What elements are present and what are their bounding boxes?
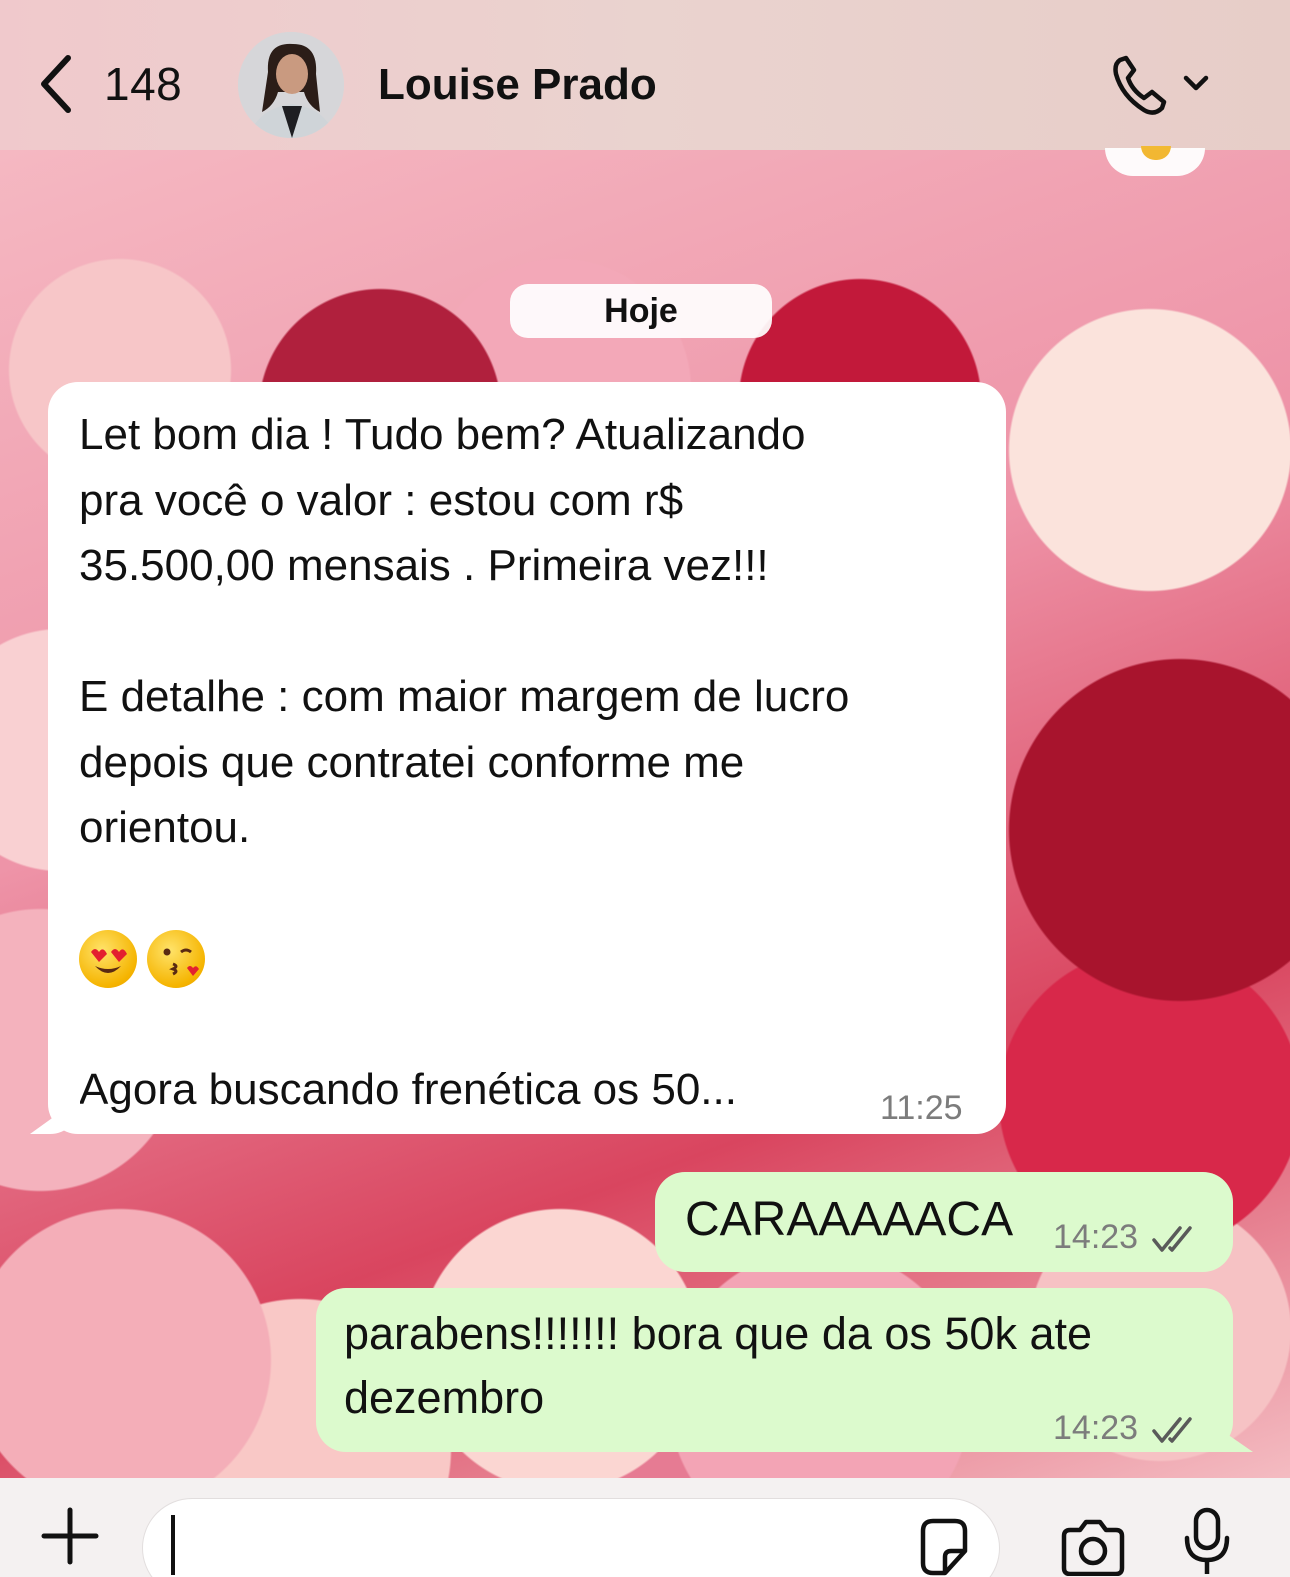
sticker-icon [920,1518,968,1576]
message-line [79,861,976,927]
double-check-icon [1151,1226,1192,1252]
back-button[interactable]: 148 [36,52,182,116]
message-line: Let bom dia ! Tudo bem? Atualizando [79,410,806,459]
unread-count: 148 [104,58,183,110]
contact-name[interactable]: Louise Prado [378,60,657,110]
message-timestamp: 14:23 [1053,1218,1139,1256]
message-composer [0,1478,1290,1577]
microphone-button[interactable] [1182,1506,1232,1576]
kissing-heart-emoji-icon [147,929,205,988]
chevron-down-icon [1183,75,1209,91]
message-line: depois que contratei conforme me [79,737,745,787]
message-input[interactable] [142,1498,1000,1577]
avatar-image [238,32,344,138]
outgoing-message-bubble[interactable]: parabens!!!!!!! bora que da os 50k ate d… [316,1288,1233,1452]
message-line: orientou. [79,803,251,852]
message-line [79,599,976,665]
reaction-badge [1105,146,1205,176]
avatar[interactable] [238,32,344,138]
incoming-message-bubble[interactable]: Let bom dia ! Tudo bem? Atualizando pra … [48,382,1006,1134]
double-check-icon [1151,1417,1192,1443]
message-meta: 14:23 [1053,1218,1198,1257]
chevron-left-icon [41,55,71,113]
message-line [79,992,976,1058]
message-line: parabens!!!!!!! bora que da os 50k ate [344,1308,1093,1359]
message-line: E detalhe : com maior margem de lucro [79,672,850,721]
message-line: 35.500,00 mensais . Primeira vez!!! [79,541,769,590]
camera-button[interactable] [1058,1516,1128,1577]
attach-button[interactable] [40,1506,100,1566]
call-button[interactable] [1110,50,1220,120]
phone-icon [1113,55,1167,115]
date-divider: Hoje [510,284,772,338]
message-meta: 14:23 [1053,1396,1198,1460]
message-text: CARAAAAACA [685,1193,1014,1246]
message-line: pra você o valor : estou com r$ [79,475,684,525]
message-body: parabens!!!!!!! bora que da os 50k ate d… [344,1302,1092,1430]
outgoing-message-bubble[interactable]: CARAAAAACA 14:23 [655,1172,1233,1272]
message-timestamp: 11:25 [880,1089,963,1127]
microphone-icon [1184,1507,1230,1574]
plus-icon [41,1507,99,1565]
message-line: dezembro [344,1372,545,1423]
emoji-row [79,926,976,992]
camera-icon [1061,1519,1125,1577]
chat-header: 148 Louise Prado [0,0,1290,150]
message-timestamp: 14:23 [1053,1409,1139,1447]
heart-eyes-emoji-icon [79,929,137,988]
sticker-button[interactable] [915,1517,971,1577]
text-caret [171,1515,175,1575]
message-line: Agora buscando frenética os 50... [79,1065,737,1114]
